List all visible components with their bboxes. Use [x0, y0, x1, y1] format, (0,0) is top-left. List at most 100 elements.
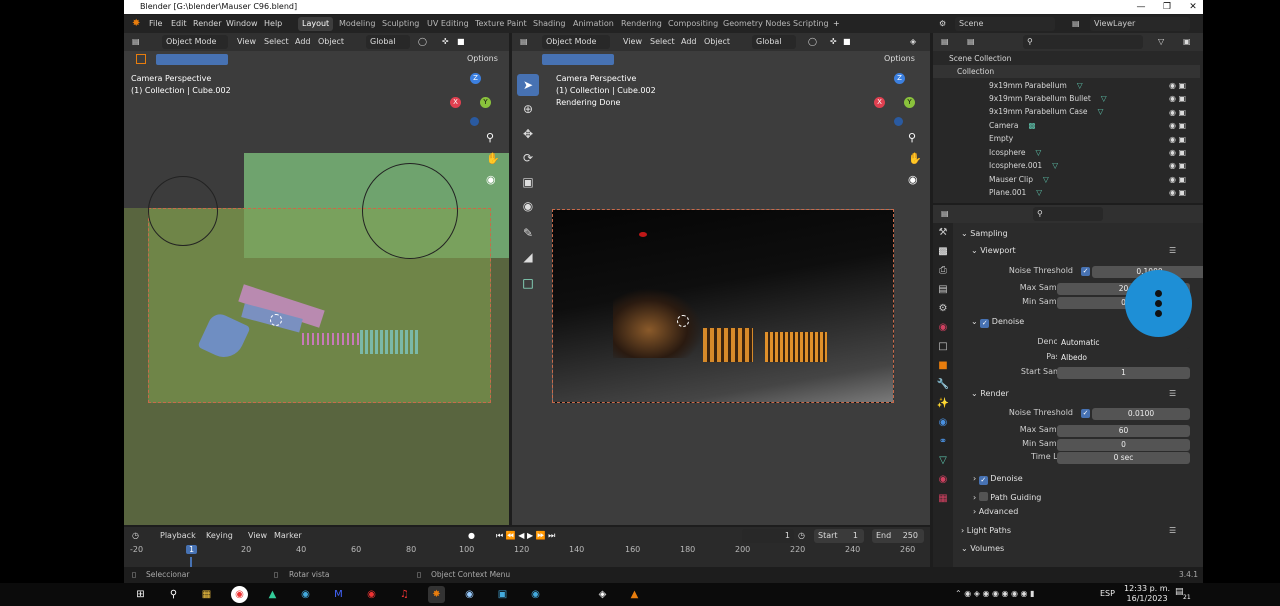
tab-scripting[interactable]: Scripting [789, 17, 833, 31]
list-icon[interactable]: ☰ [1169, 389, 1176, 398]
annotate-tool-icon[interactable]: ✎ [517, 222, 539, 244]
tab-compositing[interactable]: Compositing [664, 17, 722, 31]
tab-texture-paint[interactable]: Texture Paint [471, 17, 531, 31]
path-guiding-subpanel[interactable]: › Path Guiding [973, 491, 1041, 502]
transform-tool-icon[interactable]: ◉ [517, 195, 539, 217]
new-collection-icon[interactable]: ▣ [1183, 33, 1191, 51]
menu-edit[interactable]: Edit [171, 15, 187, 33]
tab-animation[interactable]: Animation [569, 17, 618, 31]
minimize-button[interactable]: — [1128, 0, 1154, 14]
bullets-model[interactable] [360, 330, 420, 354]
tab-modeling[interactable]: Modeling [335, 17, 379, 31]
tab-sculpting[interactable]: Sculpting [378, 17, 423, 31]
volumes-panel[interactable]: ⌄ Volumes [961, 544, 1004, 553]
tab-uv-editing[interactable]: UV Editing [423, 17, 473, 31]
proportional-edit-icon[interactable]: ■ [843, 33, 851, 51]
add-workspace-button[interactable]: + [833, 15, 840, 33]
mode-selector[interactable]: Object Mode [542, 35, 610, 49]
snap-icon[interactable]: ✜ [442, 33, 449, 51]
current-frame-field[interactable]: 1 [742, 529, 794, 543]
editor-type-icon[interactable]: ▤ [941, 33, 949, 51]
x-axis-icon[interactable]: X [450, 97, 461, 108]
outliner-search-input[interactable]: ⚲ [1023, 35, 1143, 49]
maximize-button[interactable]: ❐ [1154, 0, 1180, 14]
add-cube-tool-icon[interactable]: □ [517, 272, 539, 294]
start-frame-field[interactable]: Start 1 [814, 529, 864, 543]
list-icon[interactable]: ☰ [1169, 246, 1176, 255]
filter-icon[interactable]: ▽ [1158, 33, 1164, 51]
pan-hand-icon[interactable]: ✋ [486, 152, 500, 165]
marker-menu[interactable]: Marker [274, 527, 302, 545]
render-noise-threshold-field[interactable]: 0.0100 [1092, 408, 1190, 420]
outliner-item[interactable]: Empty [933, 132, 1200, 145]
cursor-tool-icon[interactable]: ⊕ [517, 98, 539, 120]
menu-view[interactable]: View [237, 33, 256, 51]
viewport-right[interactable]: ▤ Object Mode View Select Add Object Glo… [512, 33, 930, 525]
search-icon[interactable]: ⚲ [165, 586, 182, 603]
scale-tool-icon[interactable]: ▣ [517, 171, 539, 193]
view-layer-selector[interactable]: ViewLayer [1090, 17, 1190, 31]
render-denoise-subpanel[interactable]: › ✓ Denoise [973, 474, 1023, 485]
select-tool-icon[interactable]: ➤ [517, 74, 539, 96]
vlc-icon[interactable]: ▲ [626, 586, 643, 603]
menu-object[interactable]: Object [318, 33, 344, 51]
list-icon[interactable]: ☰ [1169, 526, 1176, 535]
scene-selector[interactable]: Scene [955, 17, 1055, 31]
neg-z-axis-icon[interactable] [894, 117, 903, 126]
navigation-gizmo-right[interactable]: Z X Y [872, 73, 928, 129]
keying-menu[interactable]: Keying [206, 527, 233, 545]
editor-type-icon[interactable]: ▤ [520, 33, 528, 51]
outliner-collection[interactable]: Collection [933, 65, 1200, 78]
neg-z-axis-icon[interactable] [470, 117, 479, 126]
menu-render[interactable]: Render [193, 15, 221, 33]
outliner-item[interactable]: Camera ▩ [933, 119, 1200, 132]
record-app-icon[interactable]: ◉ [363, 586, 380, 603]
menu-select[interactable]: Select [650, 33, 675, 51]
snap-icon[interactable]: ✜ [830, 33, 837, 51]
camera-view-icon[interactable]: ◉ [486, 173, 496, 186]
proportional-edit-icon[interactable]: ■ [457, 33, 465, 51]
timeline-view-menu[interactable]: View [248, 527, 267, 545]
steam-icon[interactable]: ◉ [461, 586, 478, 603]
playback-menu[interactable]: Playback [160, 527, 196, 545]
selection-mode-group[interactable] [156, 54, 228, 65]
editor-type-icon[interactable]: ▤ [941, 205, 949, 223]
app-icon[interactable]: ◉ [527, 586, 544, 603]
menu-select[interactable]: Select [264, 33, 289, 51]
app-icon[interactable]: ◉ [297, 586, 314, 603]
microphone-icon[interactable]: ♫ [396, 586, 413, 603]
menu-file[interactable]: File [149, 15, 162, 33]
options-dropdown[interactable]: Options [884, 54, 915, 63]
app-icon[interactable]: ◈ [594, 586, 611, 603]
playhead[interactable]: 1 [186, 545, 198, 554]
record-icon[interactable]: ● [468, 527, 475, 545]
outliner-scene-collection[interactable]: Scene Collection [933, 52, 1200, 65]
menu-add[interactable]: Add [295, 33, 311, 51]
render-min-samples-field[interactable]: 0 [1057, 439, 1190, 451]
orientation-selector[interactable]: Global [366, 35, 410, 49]
floating-menu-button[interactable] [1125, 270, 1192, 337]
time-limit-field[interactable]: 0 sec [1057, 452, 1190, 464]
render-noise-threshold-checkbox[interactable]: ✓ [1081, 409, 1090, 418]
clip-model[interactable] [302, 333, 362, 345]
measure-tool-icon[interactable]: ◢ [517, 246, 539, 268]
viewport-left[interactable]: ▤ Object Mode View Select Add Object Glo… [124, 33, 509, 525]
app-icon[interactable]: ▣ [494, 586, 511, 603]
light-paths-panel[interactable]: › Light Paths [961, 526, 1011, 535]
orientation-selector[interactable]: Global [752, 35, 796, 49]
menu-view[interactable]: View [623, 33, 642, 51]
select-box-icon[interactable] [136, 54, 146, 64]
advanced-subpanel[interactable]: › Advanced [973, 507, 1018, 516]
pistol-model[interactable] [197, 284, 325, 364]
menu-window[interactable]: Window [226, 15, 258, 33]
zoom-icon[interactable]: ⚲ [908, 131, 916, 144]
outliner-item[interactable]: Icosphere.001 ▽ [933, 159, 1200, 172]
y-axis-icon[interactable]: Y [480, 97, 491, 108]
y-axis-icon[interactable]: Y [904, 97, 915, 108]
tray-icons[interactable]: ⌃ ◉ ◈ ◉ ◉ ◉ ◉ ◉ ▮ [955, 589, 1034, 598]
tab-geometry-nodes[interactable]: Geometry Nodes [719, 17, 794, 31]
tab-layout[interactable]: Layout [298, 17, 334, 31]
windows-start-icon[interactable]: ⊞ [132, 586, 149, 603]
menu-add[interactable]: Add [681, 33, 697, 51]
menu-object[interactable]: Object [704, 33, 730, 51]
